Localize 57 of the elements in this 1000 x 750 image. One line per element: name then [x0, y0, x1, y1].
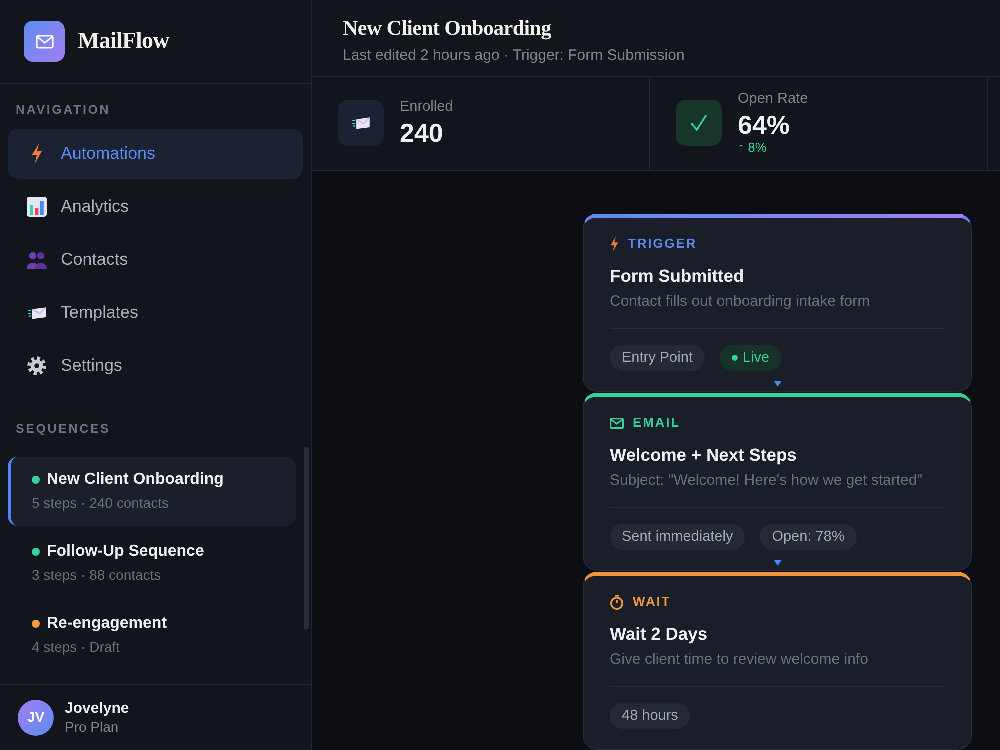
envelope-icon: [338, 100, 384, 146]
user-plan: Pro Plan: [65, 718, 120, 736]
section-heading: NAVIGATION: [15, 102, 112, 118]
step-tag: Sent immediately: [610, 524, 746, 550]
sequence-item[interactable]: Follow-Up Sequence 3 steps · 88 contacts: [8, 529, 296, 598]
stat-value: 240: [400, 118, 444, 148]
step-tag: 48 hours: [610, 703, 690, 729]
envelope-icon: [24, 21, 65, 62]
workflow-subtitle: Last edited 2 hours ago · Trigger: Form Submission: [343, 46, 686, 66]
step-description: Give client time to review welcome info: [610, 650, 870, 670]
sequence-name: New Client Onboarding: [47, 470, 224, 490]
connector-arrow-icon: [774, 560, 782, 566]
sequence-meta: 5 steps · 240 contacts: [32, 494, 170, 512]
sequence-meta: 3 steps · 88 contacts: [32, 566, 162, 584]
envelope-icon: [610, 418, 624, 428]
step-tag: Entry Point: [610, 345, 705, 371]
settings-icon: [27, 356, 47, 376]
step-description: Subject: "Welcome! Here's how we get started": [610, 471, 924, 491]
check-icon: [676, 100, 722, 146]
scrollbar-thumb[interactable]: [304, 447, 309, 630]
people-icon: [27, 251, 47, 269]
nav-item[interactable]: Templates: [8, 288, 303, 338]
bolt-icon: [610, 236, 619, 252]
sequence-item[interactable]: New Client Onboarding 5 steps · 240 contacts: [8, 457, 296, 526]
stat-label: Open Rate: [738, 90, 808, 108]
step-tag: Open: 78%: [760, 524, 857, 550]
step-card[interactable]: EMAIL Welcome + Next Steps Subject: "Welcome! Here's how we get started" Sent immediately Open: 78%: [583, 393, 972, 571]
sequence-item[interactable]: Re-engagement 4 steps · Draft: [8, 601, 296, 670]
status-dot-icon: [732, 355, 738, 361]
nav-item[interactable]: Contacts: [8, 235, 303, 285]
connector-arrow-icon: [774, 381, 782, 387]
step-description: Contact fills out onboarding intake form: [610, 292, 872, 312]
step-title: Wait 2 Days: [610, 623, 709, 645]
sequence-meta: 4 steps · Draft: [32, 638, 121, 656]
stat-change: ↑ 8%: [738, 140, 768, 156]
step-card[interactable]: TRIGGER Form Submitted Contact fills out onboarding intake form Entry Point Live: [583, 214, 972, 392]
stopwatch-icon: [610, 594, 624, 610]
stat-value: 64%: [738, 110, 792, 140]
step-card[interactable]: WAIT Wait 2 Days Give client time to review welcome info 48 hours: [583, 572, 972, 750]
section-heading: SEQUENCES: [15, 421, 112, 437]
user-name: Jovelyne: [65, 700, 130, 718]
bolt-icon: [31, 144, 43, 164]
nav-item[interactable]: Settings: [8, 341, 303, 391]
stat-label: Enrolled: [400, 98, 454, 116]
step-title: Welcome + Next Steps: [610, 444, 798, 466]
brand-name: MailFlow: [78, 27, 170, 56]
step-title: Form Submitted: [610, 265, 746, 287]
status-label: Live: [742, 349, 770, 368]
nav-item[interactable]: Analytics: [8, 182, 303, 232]
workflow-title: New Client Onboarding: [343, 16, 552, 41]
step-type-label: WAIT: [633, 594, 672, 610]
step-type-label: TRIGGER: [628, 236, 698, 252]
bar-chart-icon: [27, 197, 47, 217]
nav-item[interactable]: Automations: [8, 129, 303, 179]
sequence-name: Follow-Up Sequence: [47, 542, 204, 562]
step-type-label: EMAIL: [633, 415, 680, 431]
sequence-name: Re-engagement: [47, 614, 168, 634]
